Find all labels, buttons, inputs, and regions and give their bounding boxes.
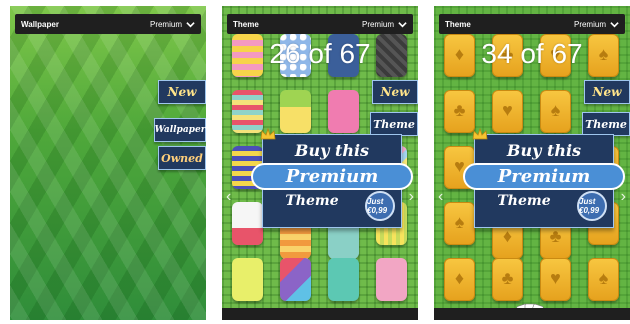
banner-line1: Buy this [506, 141, 582, 160]
new-ribbon-label: New [167, 85, 197, 99]
bottom-strip [222, 308, 418, 320]
theme-ribbon[interactable]: Theme [370, 112, 418, 136]
new-ribbon[interactable]: New [372, 80, 418, 104]
chevron-down-icon [610, 21, 619, 27]
chevron-left-icon[interactable]: ‹ [438, 188, 443, 206]
theme-tile[interactable] [376, 258, 407, 301]
crown-icon [472, 128, 488, 140]
theme-tile[interactable] [280, 258, 311, 301]
theme-ribbon-label: Theme [373, 117, 415, 131]
top-bar: Wallpaper Premium [15, 14, 201, 34]
theme-tile[interactable] [328, 90, 359, 133]
screen-title: Wallpaper [21, 19, 59, 29]
chevron-left-icon[interactable]: ‹ [226, 188, 231, 206]
theme-ribbon-label: Theme [585, 117, 627, 131]
top-bar: Theme Premium [439, 14, 625, 34]
theme-ribbon[interactable]: Theme [582, 112, 630, 136]
price-badge: Just €0,99 [577, 191, 607, 221]
new-ribbon[interactable]: New [158, 80, 206, 104]
card-tile[interactable]: ♦ [444, 258, 475, 301]
card-tile[interactable]: ♥ [540, 258, 571, 301]
banner-premium: Premium [463, 163, 625, 190]
chevron-down-icon [398, 21, 407, 27]
theme-tile[interactable] [328, 258, 359, 301]
theme-tile[interactable] [232, 258, 263, 301]
new-ribbon[interactable]: New [584, 80, 630, 104]
premium-dropdown-label: Premium [149, 19, 182, 29]
buy-premium-banner[interactable]: Buy this Premium Theme Just €0,99 [251, 134, 413, 228]
page-counter: 26 of 67 [269, 38, 371, 69]
banner-line1: Buy this [294, 141, 370, 160]
premium-dropdown-label: Premium [573, 19, 606, 29]
chevron-right-icon[interactable]: › [409, 188, 414, 206]
buy-premium-banner[interactable]: Buy this Premium Theme Just €0,99 [463, 134, 625, 228]
wallpaper-ribbon-label: Wallpaper [154, 125, 206, 135]
owned-ribbon-label: Owned [161, 151, 203, 165]
bottom-strip [434, 308, 630, 320]
page-counter: 34 of 67 [481, 38, 583, 69]
premium-dropdown[interactable]: Premium [150, 20, 195, 29]
wallpaper-screen: Wallpaper Premium New Wallpaper Owned [10, 6, 206, 320]
card-tile[interactable]: ♠ [588, 258, 619, 301]
new-ribbon-label: New [380, 85, 410, 99]
theme-tile[interactable] [232, 90, 263, 133]
card-tile[interactable]: ♣ [444, 90, 475, 133]
card-tile[interactable]: ♠ [540, 90, 571, 133]
theme-tile[interactable] [280, 90, 311, 133]
chevron-right-icon[interactable]: › [621, 188, 626, 206]
chevron-down-icon [186, 21, 195, 27]
owned-ribbon[interactable]: Owned [158, 146, 206, 170]
screen-title: Theme [233, 19, 259, 29]
premium-dropdown[interactable]: Premium [574, 20, 619, 29]
price-badge: Just €0,99 [365, 191, 395, 221]
theme-screen-cards: Theme Premium 34 of 67 ♦ ♣ ♥ ♠ ♣ ♥ ♠ ♥ ♣… [434, 6, 630, 320]
banner-premium: Premium [251, 163, 413, 190]
theme-screen-colorful: Theme Premium 26 of 67 New Theme Buy thi… [222, 6, 418, 320]
premium-dropdown-label: Premium [361, 19, 394, 29]
crown-icon [260, 128, 276, 140]
top-bar: Theme Premium [227, 14, 413, 34]
wallpaper-ribbon[interactable]: Wallpaper [154, 118, 206, 142]
card-tile[interactable]: ♥ [492, 90, 523, 133]
premium-dropdown[interactable]: Premium [362, 20, 407, 29]
card-tile[interactable]: ♣ [492, 258, 523, 301]
new-ribbon-label: New [592, 85, 622, 99]
screen-title: Theme [445, 19, 471, 29]
